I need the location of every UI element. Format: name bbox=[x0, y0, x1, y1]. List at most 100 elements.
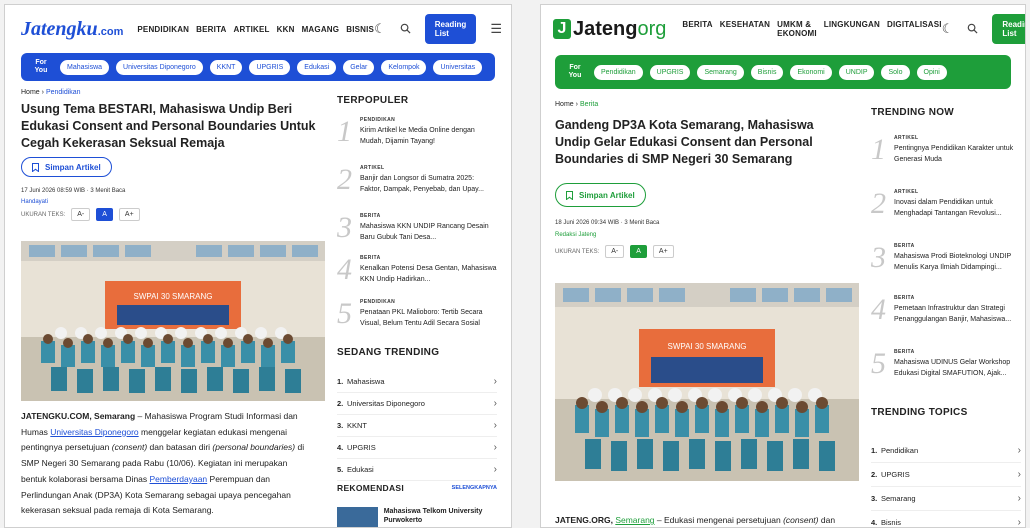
tag-chip[interactable]: Ekonomi bbox=[790, 64, 832, 80]
trending-item[interactable]: 1. Mahasiswa › bbox=[337, 371, 497, 393]
trending-label: UPGRIS bbox=[347, 443, 376, 452]
trending-now-title: Pentingnya Pendidikan Karakter untuk Gen… bbox=[894, 145, 1014, 163]
trending-item[interactable]: 2. Universitas Diponegoro › bbox=[337, 393, 497, 415]
font-normal-button[interactable]: A bbox=[96, 208, 113, 221]
font-size-label: UKURAN TEKS: bbox=[555, 248, 600, 255]
author-link[interactable]: Redaksi Jateng bbox=[555, 232, 596, 238]
author-link[interactable]: Handayati bbox=[21, 199, 48, 205]
trending-now-item[interactable]: 3 BERITA Mahasiswa Prodi Bioteknologi UND… bbox=[871, 243, 1021, 273]
trending-now-item[interactable]: 2 ARTIKEL Inovasi dalam Pendidikan untuk … bbox=[871, 189, 1021, 219]
nav-item-magang[interactable]: MAGANG bbox=[302, 25, 340, 34]
tag-chip[interactable]: Opini bbox=[916, 64, 947, 80]
for-you-tag-bar: For You Pendidikan UPGRIS Semarang Bisni… bbox=[555, 55, 1011, 89]
moon-icon[interactable]: ☾ bbox=[942, 21, 954, 37]
nav-item-artikel[interactable]: ARTIKEL bbox=[234, 25, 270, 34]
trending-now-title: Inovasi dalam Pendidikan untuk Menghadap… bbox=[894, 199, 1002, 217]
tag-chip[interactable]: Kelompok bbox=[381, 59, 427, 75]
breadcrumb-home[interactable]: Home bbox=[555, 101, 574, 108]
popular-item[interactable]: 2 ARTIKEL Banjir dan Longsor di Sumatra 2… bbox=[337, 165, 497, 195]
trending-now-number: 1 bbox=[871, 133, 887, 166]
logo-text: Jateng bbox=[573, 17, 638, 40]
article-title: Usung Tema BESTARI, Mahasiswa Undip Beri… bbox=[21, 102, 316, 150]
tag-chip[interactable]: Pendidikan bbox=[594, 64, 643, 80]
topic-label: Bisnis bbox=[881, 518, 902, 527]
font-increase-button[interactable]: A+ bbox=[118, 208, 140, 221]
nav-item-bisnis[interactable]: BISNIS bbox=[346, 25, 374, 34]
nav-item-berita[interactable]: BERITA bbox=[682, 20, 712, 38]
trending-item[interactable]: 3. KKNT › bbox=[337, 415, 497, 437]
header-actions: ☾ Reading List ☰ bbox=[374, 14, 502, 44]
popular-title: Penataan PKL Malioboro: Tertib Secara Vi… bbox=[360, 309, 483, 327]
popular-category: PENDIDIKAN bbox=[360, 117, 396, 123]
popular-item[interactable]: 4 BERITA Kenalkan Potensi Desa Gentan, Ma… bbox=[337, 255, 497, 285]
moon-icon[interactable]: ☾ bbox=[374, 21, 386, 37]
tag-chip[interactable]: Edukasi bbox=[297, 59, 337, 75]
rekomendasi-item[interactable]: Mahasiswa Telkom University Purwokerto bbox=[337, 507, 497, 527]
tag-chip[interactable]: Gelar bbox=[343, 59, 375, 75]
popular-item[interactable]: 3 BERITA Mahasiswa KKN UNDIP Rancang Desa… bbox=[337, 213, 497, 243]
bookmark-icon bbox=[32, 162, 39, 172]
trending-item[interactable]: 4. UPGRIS › bbox=[337, 437, 497, 459]
body-link-undip[interactable]: Universitas Diponegoro bbox=[50, 427, 138, 437]
search-icon[interactable] bbox=[967, 22, 978, 37]
topic-number: 4. bbox=[871, 518, 878, 527]
breadcrumb-home[interactable]: Home bbox=[21, 89, 40, 96]
article-photo: SWPAI 30 SMARANG bbox=[555, 283, 859, 481]
breadcrumb-category[interactable]: Berita bbox=[580, 101, 598, 108]
save-article-label: Simpan Artikel bbox=[579, 190, 635, 200]
tag-chip[interactable]: Bisnis bbox=[750, 64, 784, 80]
nav-item-pendidikan[interactable]: PENDIDIKAN bbox=[137, 25, 189, 34]
trending-now-item[interactable]: 1 ARTIKEL Pentingnya Pendidikan Karakter … bbox=[871, 135, 1021, 165]
font-decrease-button[interactable]: A- bbox=[71, 208, 91, 221]
trending-item[interactable]: 5. Edukasi › bbox=[337, 459, 497, 481]
site-logo[interactable]: J Jateng org bbox=[553, 18, 666, 41]
popular-number: 5 bbox=[337, 297, 352, 330]
nav-item-lingkungan[interactable]: LINGKUNGAN bbox=[824, 20, 880, 38]
nav-item-umkm-ekonomi[interactable]: UMKM & EKONOMI bbox=[777, 20, 817, 38]
trending-label: Universitas Diponegoro bbox=[347, 399, 425, 408]
nav-item-kesehatan[interactable]: KESEHATAN bbox=[720, 20, 770, 38]
font-increase-button[interactable]: A+ bbox=[652, 245, 674, 258]
tag-chip[interactable]: UPGRIS bbox=[249, 59, 291, 75]
topic-item[interactable]: 2. UPGRIS › bbox=[871, 463, 1021, 487]
tag-chip[interactable]: UPGRIS bbox=[649, 64, 691, 80]
save-article-button[interactable]: Simpan Artikel bbox=[555, 183, 646, 207]
popular-item[interactable]: 1 PENDIDIKAN Kirim Artikel ke Media Onlin… bbox=[337, 117, 497, 147]
breadcrumb-category[interactable]: Pendidikan bbox=[46, 89, 81, 96]
menu-icon[interactable]: ☰ bbox=[490, 21, 502, 37]
group-photo-image: SWPAI 30 SMARANG bbox=[21, 241, 325, 401]
search-icon[interactable] bbox=[400, 22, 411, 37]
topic-item[interactable]: 3. Semarang › bbox=[871, 487, 1021, 511]
trending-now-category: BERITA bbox=[894, 295, 915, 301]
font-decrease-button[interactable]: A- bbox=[605, 245, 625, 258]
topic-item[interactable]: 1. Pendidikan › bbox=[871, 439, 1021, 463]
popular-item[interactable]: 5 PENDIDIKAN Penataan PKL Malioboro: Tert… bbox=[337, 299, 497, 329]
tag-chip[interactable]: Solo bbox=[881, 64, 910, 80]
site-logo[interactable]: Jatengku .com bbox=[21, 18, 123, 41]
font-normal-button[interactable]: A bbox=[630, 245, 647, 258]
nav-item-digitalisasi[interactable]: DIGITALISASI bbox=[887, 20, 942, 38]
reading-list-button[interactable]: Reading List bbox=[992, 14, 1025, 44]
topic-item[interactable]: 4. Bisnis › bbox=[871, 511, 1021, 527]
for-you-label: For You bbox=[568, 64, 582, 79]
tag-chip[interactable]: Semarang bbox=[697, 64, 744, 80]
trending-now-item[interactable]: 4 BERITA Pemetaan Infrastruktur dan Strat… bbox=[871, 295, 1021, 325]
trending-now-item[interactable]: 5 BERITA Mahasiswa UDINUS Gelar Workshop … bbox=[871, 349, 1021, 379]
chevron-right-icon: › bbox=[1017, 493, 1021, 504]
tag-chip[interactable]: KKNT bbox=[209, 59, 243, 75]
tag-chip[interactable]: UNDIP bbox=[838, 64, 875, 80]
rekomendasi-more-link[interactable]: SELENGKAPNYA bbox=[452, 485, 497, 491]
body-link-pemberdayaan[interactable]: Pemberdayaan bbox=[150, 474, 208, 484]
trending-label: Mahasiswa bbox=[347, 377, 385, 386]
reading-list-button[interactable]: Reading List bbox=[424, 14, 477, 44]
nav-item-kkn[interactable]: KKN bbox=[277, 25, 295, 34]
tag-chip[interactable]: Mahasiswa bbox=[60, 59, 110, 75]
logo-domain: .com bbox=[97, 25, 124, 38]
nav-item-berita[interactable]: BERITA bbox=[196, 25, 226, 34]
tag-chip[interactable]: Universitas Diponegoro bbox=[116, 59, 203, 75]
breadcrumb-separator: › bbox=[41, 89, 44, 96]
body-link-semarang[interactable]: Semarang bbox=[615, 515, 654, 525]
breadcrumb: Home › Pendidikan bbox=[21, 89, 81, 96]
save-article-button[interactable]: Simpan Artikel bbox=[21, 157, 112, 177]
tag-chip[interactable]: Universitas bbox=[433, 59, 483, 75]
